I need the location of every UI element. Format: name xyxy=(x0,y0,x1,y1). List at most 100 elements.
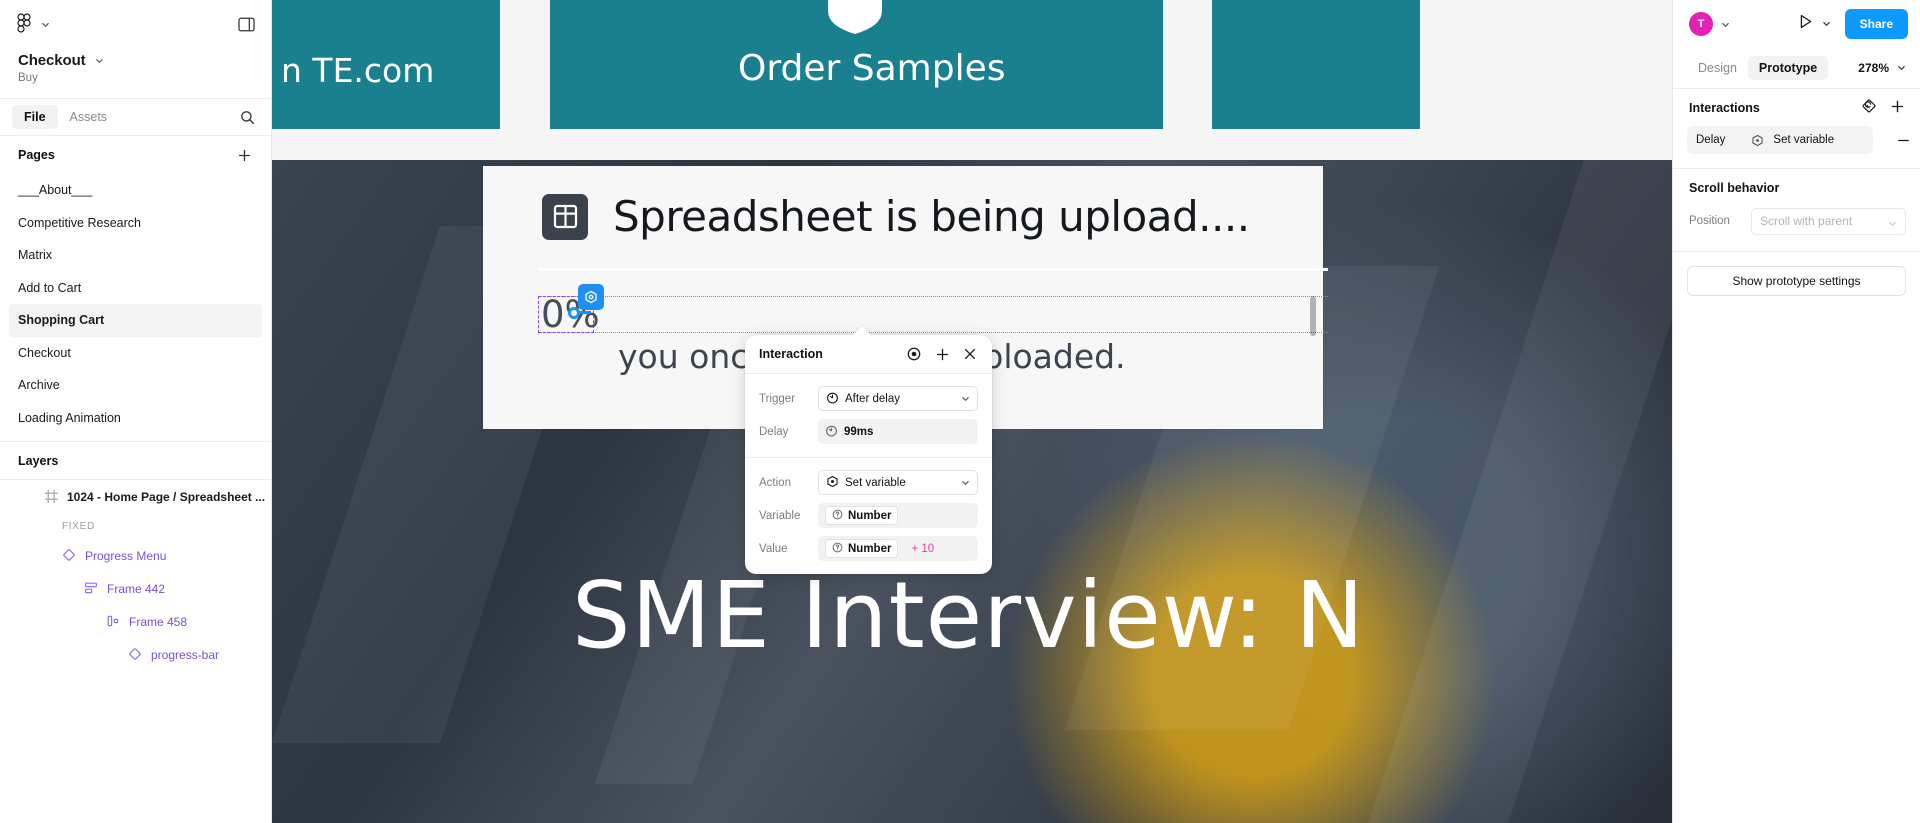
close-icon[interactable] xyxy=(962,346,978,362)
delay-value: 99ms xyxy=(844,425,874,438)
trigger-value: After delay xyxy=(845,392,900,405)
panel-toggle-icon[interactable] xyxy=(235,13,257,35)
right-panel-toolbar: T Share xyxy=(1673,0,1920,48)
page-item-competitive-research[interactable]: Competitive Research xyxy=(9,207,262,240)
scroll-behavior-header: Scroll behavior xyxy=(1689,181,1780,195)
layers-tree: 1024 - Home Page / Spreadsheet ... FIXED… xyxy=(0,480,271,671)
pages-section-header: Pages xyxy=(0,136,271,174)
action-select[interactable]: Set variable xyxy=(818,470,978,495)
right-panel-tabs: Design Prototype 278% xyxy=(1673,48,1920,88)
dialog-title: Interaction xyxy=(759,347,823,361)
avatar[interactable]: T xyxy=(1689,12,1713,36)
trigger-label: Trigger xyxy=(759,392,795,405)
layer-group-fixed: FIXED xyxy=(62,520,95,532)
tab-file[interactable]: File xyxy=(12,105,58,129)
interaction-item[interactable]: Delay Set variable xyxy=(1687,126,1873,154)
pages-label: Pages xyxy=(18,148,55,162)
chevron-down-icon[interactable] xyxy=(34,20,50,29)
variable-picker[interactable]: Number xyxy=(818,503,978,528)
delay-row: Delay 99ms xyxy=(759,419,978,444)
add-page-icon[interactable] xyxy=(235,146,253,164)
tab-assets[interactable]: Assets xyxy=(58,105,120,129)
trigger-row: Trigger After delay xyxy=(759,386,978,411)
figma-logo[interactable] xyxy=(14,13,34,35)
banner-center-text: Order Samples xyxy=(738,48,1006,89)
set-variable-badge-icon[interactable] xyxy=(578,284,604,310)
file-menu-chevron-icon[interactable] xyxy=(86,56,104,65)
share-button[interactable]: Share xyxy=(1844,9,1908,39)
question-icon xyxy=(832,542,843,556)
position-value: Scroll with parent xyxy=(1760,214,1853,228)
dialog-pointer xyxy=(851,326,873,337)
tab-prototype[interactable]: Prototype xyxy=(1747,56,1829,80)
timer-icon xyxy=(826,391,839,407)
layer-row-home-page[interactable]: 1024 - Home Page / Spreadsheet ... xyxy=(0,480,271,513)
set-variable-icon xyxy=(1751,134,1764,147)
spreadsheet-icon xyxy=(542,193,588,240)
zoom-chevron-icon[interactable] xyxy=(1897,61,1906,75)
banner-right[interactable] xyxy=(1212,0,1420,129)
left-sidebar: Checkout Buy File Assets Pages ___About_… xyxy=(0,0,272,823)
page-item-matrix[interactable]: Matrix xyxy=(9,239,262,272)
interaction-list: Delay Set variable xyxy=(1673,126,1920,154)
page-item-shopping-cart[interactable]: Shopping Cart xyxy=(9,304,262,337)
delay-input[interactable]: 99ms xyxy=(818,419,978,444)
frame-icon xyxy=(44,489,59,504)
position-select[interactable]: Scroll with parent xyxy=(1751,207,1906,235)
avatar-chevron-icon[interactable] xyxy=(1713,20,1730,29)
play-icon[interactable] xyxy=(1797,13,1814,35)
remove-interaction-icon[interactable] xyxy=(1897,134,1910,147)
value-operator: + 10 xyxy=(911,542,935,555)
banner-left-text: n TE.com xyxy=(281,51,435,90)
variable-row: Variable Number xyxy=(759,503,978,528)
value-chip[interactable]: Number xyxy=(825,539,899,558)
interactions-section-header: Interactions xyxy=(1673,88,1920,126)
page-item-loading-animation[interactable]: Loading Animation xyxy=(9,402,262,435)
search-icon[interactable] xyxy=(235,105,259,129)
dialog-trigger-section: Trigger After delay Delay 99ms xyxy=(745,374,992,457)
design-canvas[interactable]: n TE.com Order Samples Spreadsheet is be… xyxy=(272,0,1672,823)
file-info: Checkout Buy xyxy=(0,48,271,98)
page-item-archive[interactable]: Archive xyxy=(9,369,262,402)
layer-row-frame-458[interactable]: Frame 458 xyxy=(0,605,271,638)
chevron-down-icon xyxy=(961,394,970,403)
show-prototype-settings-button[interactable]: Show prototype settings xyxy=(1687,266,1906,296)
zoom-level[interactable]: 278% xyxy=(1858,61,1889,75)
tab-design[interactable]: Design xyxy=(1687,56,1748,80)
variable-chip[interactable]: Number xyxy=(825,506,899,525)
layer-label: Progress Menu xyxy=(85,548,167,563)
sidebar-tabs: File Assets xyxy=(0,98,271,136)
component-icon xyxy=(128,647,143,662)
action-label: Action xyxy=(759,476,791,489)
value-label: Value xyxy=(759,542,788,555)
delay-label: Delay xyxy=(759,425,789,438)
sidebar-toolbar xyxy=(0,0,271,48)
position-row: Position Scroll with parent xyxy=(1673,207,1920,235)
action-value: Set variable xyxy=(845,476,906,489)
page-item-add-to-cart[interactable]: Add to Cart xyxy=(9,272,262,305)
artboard-scrollbar[interactable] xyxy=(1310,296,1316,336)
value-picker[interactable]: Number + 10 xyxy=(818,536,978,561)
scroll-behavior-section: Scroll behavior Position Scroll with par… xyxy=(1673,168,1920,235)
layer-row-progress-bar[interactable]: progress-bar xyxy=(0,638,271,671)
interaction-trigger-label: Delay xyxy=(1696,134,1726,146)
interaction-dialog[interactable]: Interaction Trigger After delay Delay 99… xyxy=(745,335,992,574)
page-item-checkout[interactable]: Checkout xyxy=(9,337,262,370)
present-chevron-icon[interactable] xyxy=(1822,15,1831,33)
layer-row-progress-menu[interactable]: Progress Menu xyxy=(0,539,271,572)
page-item-about[interactable]: ___About___ xyxy=(9,174,262,207)
spreadsheet-header: Spreadsheet is being upload.... xyxy=(542,192,1250,241)
interactions-label: Interactions xyxy=(1689,100,1760,115)
target-icon[interactable] xyxy=(906,346,922,362)
layer-row-frame-442[interactable]: Frame 442 xyxy=(0,572,271,605)
component-icon xyxy=(62,548,77,563)
file-title[interactable]: Checkout xyxy=(18,52,86,69)
interaction-connector-line xyxy=(579,311,591,314)
question-icon xyxy=(832,509,843,523)
action-row: Action Set variable xyxy=(759,470,978,495)
plus-icon[interactable] xyxy=(934,346,950,362)
reset-interaction-icon[interactable] xyxy=(1861,98,1877,117)
add-interaction-icon[interactable] xyxy=(1891,100,1904,116)
trigger-select[interactable]: After delay xyxy=(818,386,978,411)
layers-section-header: Layers xyxy=(0,442,271,480)
